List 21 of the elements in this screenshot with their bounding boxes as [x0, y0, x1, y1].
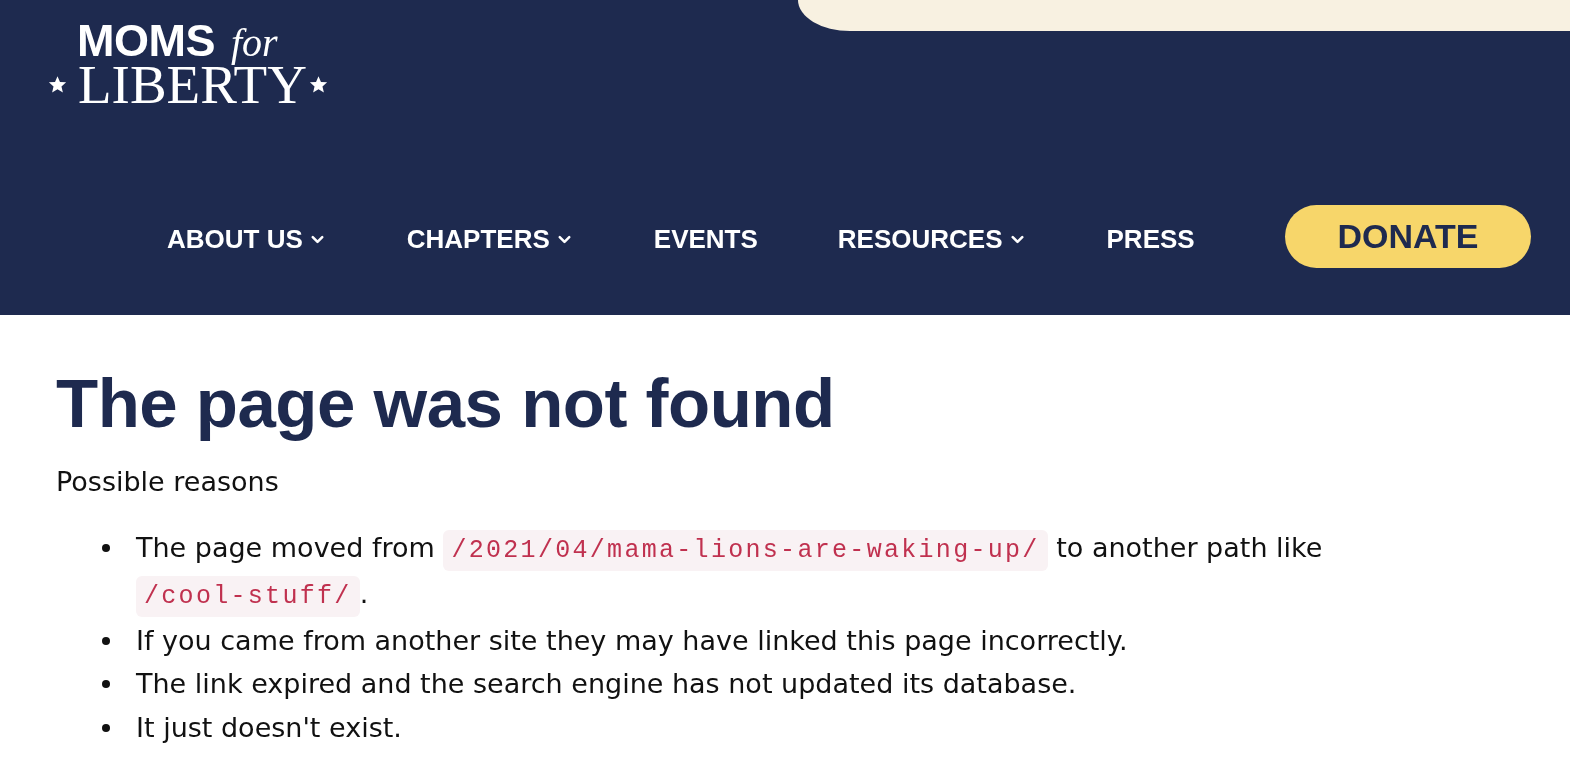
donate-button[interactable]: DONATE	[1285, 204, 1531, 268]
nav-link[interactable]: RESOURCES	[837, 220, 1027, 252]
bullet-icon	[102, 636, 110, 645]
nav-link[interactable]: EVENTS	[653, 220, 758, 252]
nav-link[interactable]: PRESS	[1106, 220, 1195, 252]
reason-text: The link expired and the search engine has not updated its database.	[136, 667, 1077, 702]
bullet-icon	[102, 543, 110, 552]
star-icon	[308, 75, 328, 94]
nav-link[interactable]: ABOUT US	[167, 220, 327, 252]
code-path: /cool-stuff/	[136, 576, 360, 618]
reason-text: It just doesn't exist.	[136, 710, 402, 745]
code-path: /2021/04/mama-lions-are-waking-up/	[443, 529, 1048, 571]
reason-text: The page moved from /2021/04/mama-lions-are-waking-up/ to another path like /cool-stuff/ .	[136, 525, 1514, 619]
logo-text: MOMS	[77, 18, 215, 63]
intro-text: Possible reasons	[56, 465, 280, 500]
bullet-icon	[102, 680, 110, 689]
nav-link[interactable]: CHAPTERS	[406, 220, 574, 252]
page-title: The page was not found	[56, 364, 836, 444]
star-icon	[48, 75, 67, 94]
reason-text: If you came from another site they may have linked this page incorrectly.	[136, 623, 1128, 658]
bullet-icon	[102, 723, 110, 732]
